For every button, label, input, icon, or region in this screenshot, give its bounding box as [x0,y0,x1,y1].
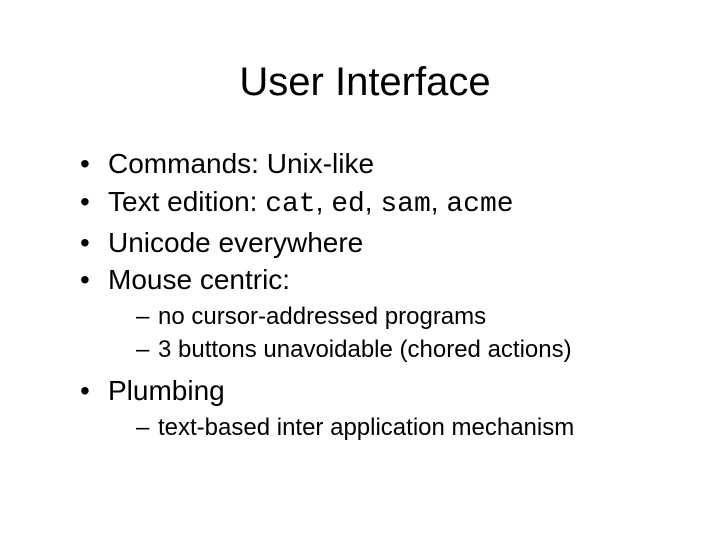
sub-bullet-list: text-based inter application mechanism [136,412,670,444]
slide-title: User Interface [60,60,670,105]
bullet-text: Plumbing [108,375,225,406]
bullet-mouse: Mouse centric: no cursor-addressed progr… [80,261,670,366]
sub-bullet-no-cursor: no cursor-addressed programs [136,301,670,333]
code-acme: acme [446,189,513,220]
sep: , [365,186,381,217]
slide: User Interface Commands: Unix-like Text … [0,0,720,540]
bullet-commands: Commands: Unix-like [80,145,670,183]
code-cat: cat [265,189,315,220]
bullet-text-prefix: Text edition: [108,186,265,217]
bullet-text: Unicode everywhere [108,227,363,258]
code-sam: sam [380,189,430,220]
sub-bullet-text: no cursor-addressed programs [158,303,486,330]
sub-bullet-list: no cursor-addressed programs 3 buttons u… [136,301,670,366]
bullet-text: Commands: Unix-like [108,148,374,179]
sub-bullet-text-based: text-based inter application mechanism [136,412,670,444]
sub-bullet-text: 3 buttons unavoidable (chored actions) [158,336,572,363]
code-ed: ed [331,189,365,220]
bullet-plumbing: Plumbing text-based inter application me… [80,372,670,444]
bullet-text-edition: Text edition: cat, ed, sam, acme [80,183,670,224]
sep: , [431,186,447,217]
bullet-unicode: Unicode everywhere [80,224,670,262]
sub-bullet-text: text-based inter application mechanism [158,414,574,441]
sub-bullet-3-buttons: 3 buttons unavoidable (chored actions) [136,334,670,366]
sep: , [316,186,332,217]
bullet-list: Commands: Unix-like Text edition: cat, e… [80,145,670,444]
bullet-text: Mouse centric: [108,264,290,295]
